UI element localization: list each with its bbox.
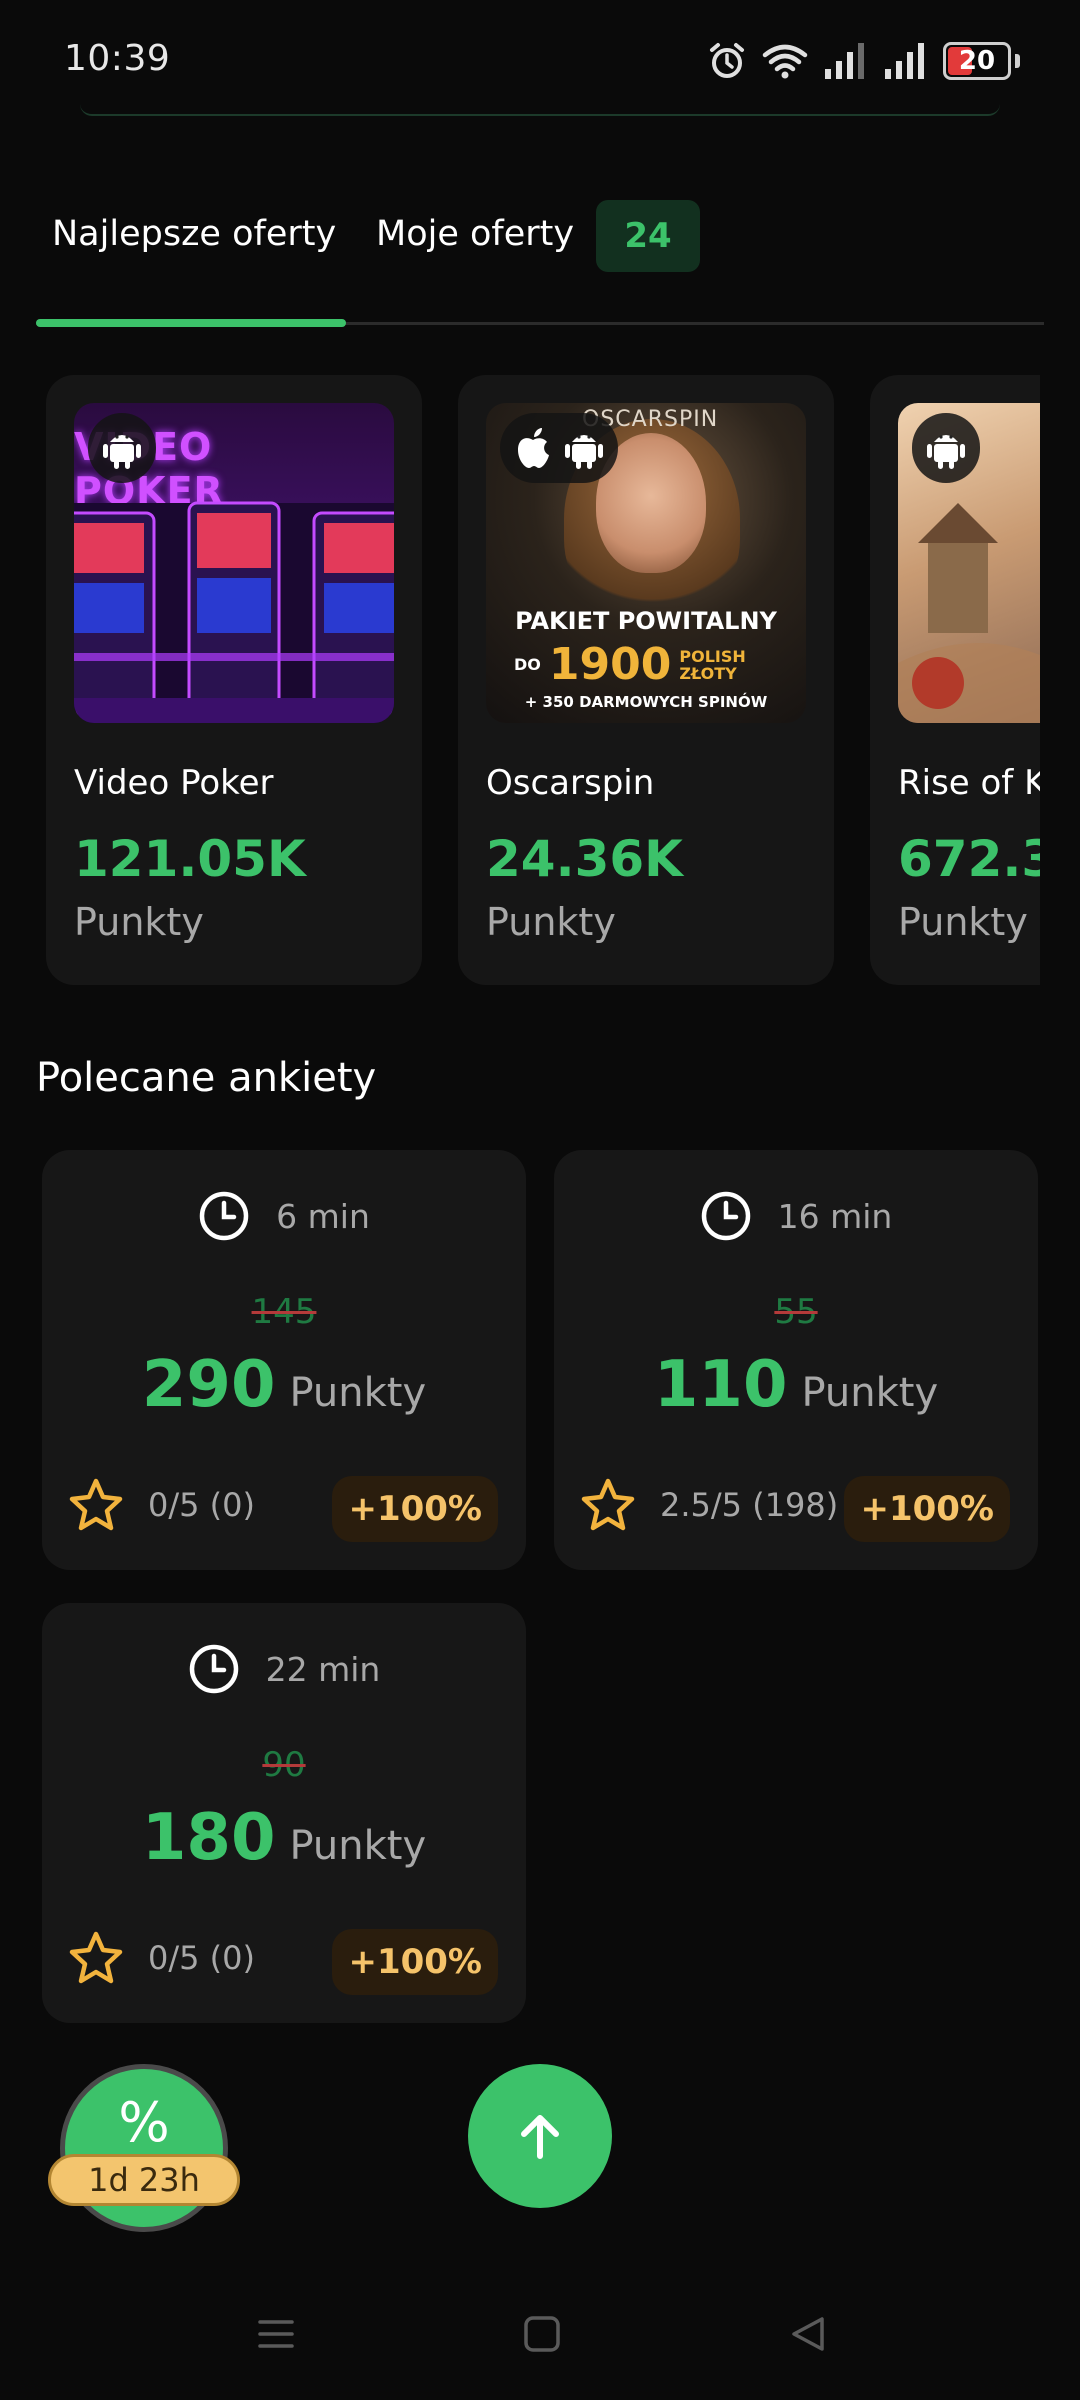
survey-rating-text: 2.5/5 (198) — [660, 1486, 839, 1524]
survey-points-value: 180 — [141, 1801, 276, 1875]
platform-badges — [912, 413, 980, 483]
offer-points-unit: Punkty — [486, 900, 616, 944]
survey-old-points: 145 — [251, 1292, 317, 1332]
survey-points-unit: Punkty — [801, 1370, 939, 1416]
clock-icon — [189, 1644, 238, 1694]
star-icon — [69, 1478, 123, 1531]
percent-icon: % — [118, 2091, 170, 2154]
offer-thumbnail[interactable] — [898, 403, 1040, 723]
thumbnail-amount-value: 1900 — [548, 639, 672, 690]
apple-icon — [518, 428, 549, 468]
survey-old-points: 90 — [262, 1745, 306, 1785]
signal-icon — [825, 43, 864, 79]
alarm-icon — [710, 43, 744, 78]
survey-bonus-badge: +100% — [844, 1476, 1010, 1542]
offers-carousel[interactable]: VIDEO POKER — [46, 375, 1040, 990]
offer-name: Video Poker — [74, 763, 274, 803]
battery-icon: 20 — [943, 42, 1011, 80]
offer-points: 121.05K — [74, 830, 306, 888]
thumbnail-do: DO — [514, 655, 541, 674]
menu-icon[interactable] — [256, 2314, 296, 2354]
offer-name: Oscarspin — [486, 763, 655, 803]
survey-old-points: 55 — [774, 1292, 818, 1332]
offer-points-unit: Punkty — [898, 900, 1028, 944]
survey-card[interactable]: 6 min 145 290 Punkty 0/5 (0) +100% — [42, 1150, 526, 1570]
android-icon — [565, 435, 603, 469]
offer-tabs: Najlepsze oferty Moje oferty 24 — [36, 190, 1044, 330]
survey-duration: 6 min — [42, 1190, 526, 1242]
offer-points-unit: Punkty — [74, 900, 204, 944]
thumbnail-currency-2: ZŁOTY — [679, 663, 737, 683]
survey-points-unit: Punkty — [289, 1823, 427, 1869]
survey-points-value: 290 — [141, 1348, 276, 1422]
offer-card-rise-of-kingdoms[interactable]: Rise of K 672.3 Punkty — [870, 375, 1040, 985]
system-navigation-bar — [0, 2280, 1080, 2400]
app-screen: 10:39 20 Najlepsze oferty Moje oferty 24… — [0, 0, 1080, 2400]
tab-my-offers[interactable]: Moje oferty — [376, 214, 574, 254]
thumbnail-amount: DO 1900 POLISH ZŁOTY — [514, 639, 746, 690]
offer-thumbnail[interactable]: VIDEO POKER — [74, 403, 394, 723]
active-tab-indicator — [36, 319, 346, 327]
scroll-to-top-button[interactable] — [468, 2064, 612, 2208]
survey-bonus-badge: +100% — [332, 1929, 498, 1995]
surveys-section-title: Polecane ankiety — [36, 1055, 377, 1101]
promo-button[interactable]: % — [60, 2064, 228, 2232]
wifi-icon — [762, 44, 808, 79]
star-icon — [69, 1931, 123, 1984]
thumbnail-subline: + 350 DARMOWYCH SPINÓW — [524, 693, 768, 711]
offer-name: Rise of K — [898, 763, 1040, 803]
survey-bonus-badge: +100% — [332, 1476, 498, 1542]
survey-duration-text: 16 min — [777, 1196, 893, 1236]
platform-badges — [88, 413, 156, 483]
survey-points: 110 Punkty — [554, 1348, 1038, 1422]
offer-thumbnail[interactable]: OSCARSPIN PAKIET POWITALNY DO 1900 POLIS… — [486, 403, 806, 723]
survey-rating: 0/5 (0) — [68, 1931, 255, 1985]
battery-level: 20 — [958, 46, 996, 76]
platform-badges — [500, 413, 618, 483]
survey-points-value: 110 — [653, 1348, 788, 1422]
survey-points-unit: Punkty — [289, 1370, 427, 1416]
offer-card-oscarspin[interactable]: OSCARSPIN PAKIET POWITALNY DO 1900 POLIS… — [458, 375, 834, 985]
my-offers-count-badge[interactable]: 24 — [596, 200, 700, 272]
survey-card[interactable]: 22 min 90 180 Punkty 0/5 (0) +100% — [42, 1603, 526, 2023]
clock-icon — [701, 1191, 750, 1241]
promo-timer-badge[interactable]: 1d 23h — [48, 2154, 240, 2206]
back-icon[interactable] — [788, 2314, 828, 2354]
survey-rating: 2.5/5 (198) — [580, 1478, 838, 1532]
survey-rating-text: 0/5 (0) — [148, 1939, 255, 1977]
offer-card-video-poker[interactable]: VIDEO POKER — [46, 375, 422, 985]
thumbnail-currency: POLISH ZŁOTY — [679, 648, 745, 682]
offer-points: 672.3 — [898, 830, 1040, 888]
survey-card[interactable]: 16 min 55 110 Punkty 2.5/5 (198) +100% — [554, 1150, 1038, 1570]
survey-duration: 16 min — [554, 1190, 1038, 1242]
header-divider — [80, 104, 1000, 116]
survey-points: 180 Punkty — [42, 1801, 526, 1875]
survey-duration: 22 min — [42, 1643, 526, 1695]
home-icon[interactable] — [522, 2314, 562, 2354]
star-icon — [581, 1478, 635, 1531]
survey-duration-text: 6 min — [276, 1196, 370, 1236]
survey-rating-text: 0/5 (0) — [148, 1486, 255, 1524]
slot-machines-image — [74, 501, 394, 723]
clock-icon — [199, 1191, 249, 1241]
signal-icon-2 — [885, 43, 924, 79]
arrow-up-icon — [521, 2115, 559, 2159]
survey-rating: 0/5 (0) — [68, 1478, 255, 1532]
offer-points: 24.36K — [486, 830, 683, 888]
android-icon — [927, 435, 965, 469]
thumbnail-headline: PAKIET POWITALNY — [515, 607, 777, 635]
tab-best-offers[interactable]: Najlepsze oferty — [52, 214, 336, 254]
status-icons: 20 — [707, 36, 1020, 86]
status-time: 10:39 — [64, 38, 171, 79]
survey-points: 290 Punkty — [42, 1348, 526, 1422]
status-bar: 10:39 20 — [0, 0, 1080, 120]
survey-duration-text: 22 min — [265, 1649, 381, 1689]
android-icon — [103, 435, 141, 469]
